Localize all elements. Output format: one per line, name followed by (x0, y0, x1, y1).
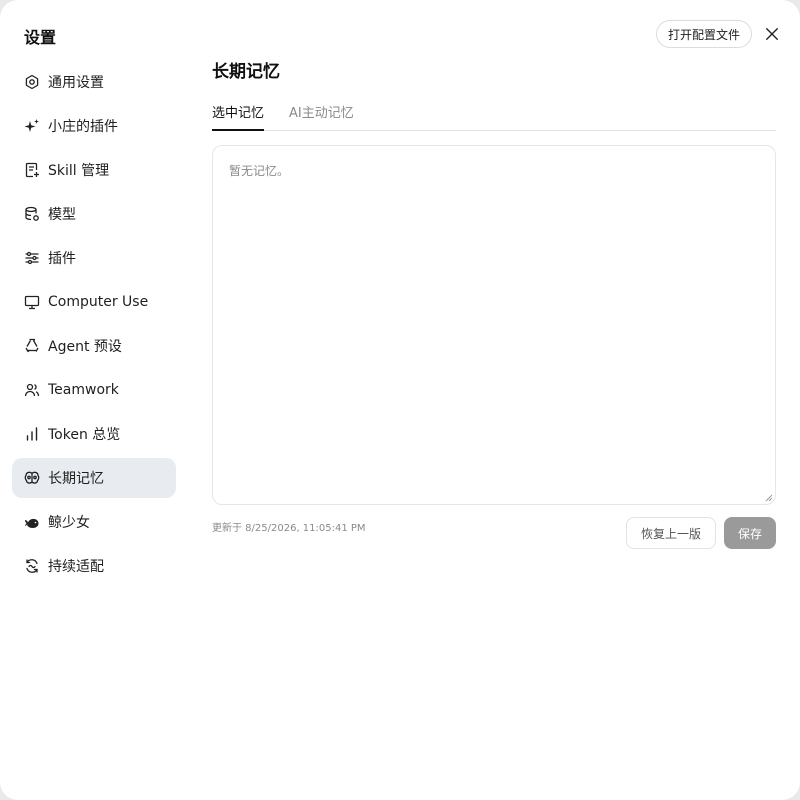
memory-brain-icon (24, 470, 40, 486)
skill-doc-icon (24, 162, 40, 178)
settings-dialog: 设置 通用设置 小庄的插件 Skill 管理 模型 插件 Computer Us… (0, 0, 800, 800)
users-icon (24, 382, 40, 398)
sidebar-nav: 通用设置 小庄的插件 Skill 管理 模型 插件 Computer Use A… (12, 62, 176, 590)
sidebar-item-whale-girl[interactable]: 鲸少女 (12, 502, 176, 542)
settings-sidebar: 设置 通用设置 小庄的插件 Skill 管理 模型 插件 Computer Us… (0, 0, 188, 800)
updated-timestamp: 更新于 8/25/2026, 11:05:41 PM (212, 523, 366, 534)
sidebar-item-label: Skill 管理 (48, 163, 110, 179)
sidebar-item-computer-use[interactable]: Computer Use (12, 282, 176, 322)
sidebar-title: 设置 (24, 28, 57, 47)
sidebar-item-label: Agent 预设 (48, 339, 122, 355)
monitor-icon (24, 294, 40, 310)
sidebar-item-teamwork[interactable]: Teamwork (12, 370, 176, 410)
agent-recycle-icon (24, 338, 40, 354)
sidebar-item-continuous-adaptation[interactable]: 持续适配 (12, 546, 176, 586)
sidebar-item-long-term-memory[interactable]: 长期记忆 (12, 458, 176, 498)
page-title: 长期记忆 (212, 62, 280, 82)
sidebar-item-label: Computer Use (48, 294, 149, 310)
memory-textarea[interactable]: 暂无记忆。 (212, 145, 776, 505)
sidebar-item-agent-presets[interactable]: Agent 预设 (12, 326, 176, 366)
restore-previous-version-button[interactable]: 恢复上一版 (626, 517, 716, 549)
sidebar-item-plugins[interactable]: 插件 (12, 238, 176, 278)
memory-content: 暂无记忆。 (229, 164, 290, 178)
sidebar-item-label: 模型 (48, 207, 76, 223)
sparkle-icon (24, 118, 40, 134)
sidebar-item-label: 小庄的插件 (48, 119, 118, 135)
database-icon (24, 206, 40, 222)
sidebar-item-label: 插件 (48, 251, 76, 267)
main-panel: 长期记忆 选中记忆 AI主动记忆 暂无记忆。 更新于 8/25/2026, 11… (212, 0, 776, 800)
sidebar-item-label: 长期记忆 (48, 471, 104, 487)
adapt-icon (24, 558, 40, 574)
sidebar-item-label: Teamwork (48, 382, 119, 398)
sidebar-item-plugins-of-xiaozhuang[interactable]: 小庄的插件 (12, 106, 176, 146)
sidebar-item-label: 持续适配 (48, 559, 104, 575)
sidebar-item-label: 通用设置 (48, 75, 104, 91)
tab-selected-memory[interactable]: 选中记忆 (212, 102, 265, 131)
sidebar-item-models[interactable]: 模型 (12, 194, 176, 234)
gear-icon (24, 74, 40, 90)
sliders-icon (24, 250, 40, 266)
bar-chart-icon (24, 426, 40, 442)
sidebar-item-skill-management[interactable]: Skill 管理 (12, 150, 176, 190)
sidebar-item-general-settings[interactable]: 通用设置 (12, 62, 176, 102)
sidebar-item-label: Token 总览 (48, 427, 121, 443)
sidebar-item-label: 鲸少女 (48, 515, 90, 531)
resize-handle-icon[interactable] (763, 492, 773, 502)
tab-ai-active-memory[interactable]: AI主动记忆 (289, 102, 354, 130)
whale-icon (24, 514, 40, 530)
sidebar-item-token-overview[interactable]: Token 总览 (12, 414, 176, 454)
save-button[interactable]: 保存 (724, 517, 776, 549)
memory-tabs: 选中记忆 AI主动记忆 (212, 96, 776, 131)
